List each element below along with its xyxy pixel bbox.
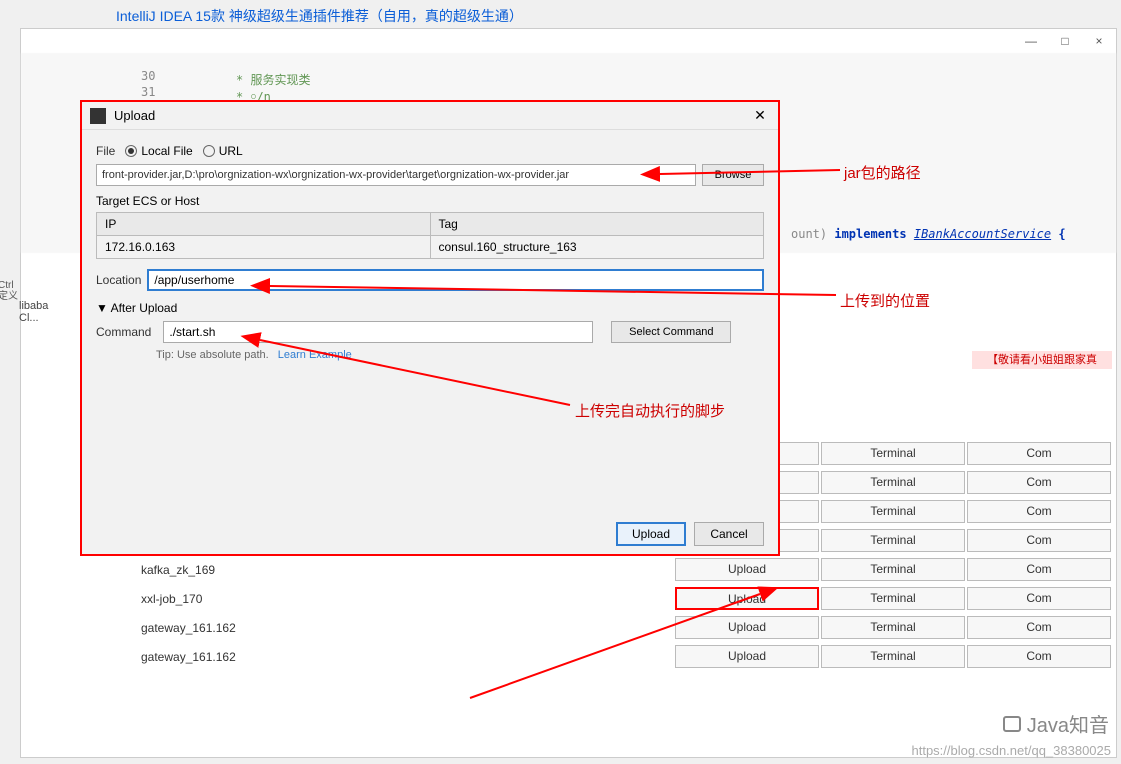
terminal-link[interactable]: Terminal [821, 442, 965, 465]
upload-link[interactable]: Upload [675, 616, 819, 639]
learn-example-link[interactable]: Learn Example [278, 349, 352, 361]
command-link[interactable]: Com [967, 645, 1111, 668]
after-upload-section[interactable]: ▼ After Upload [96, 301, 764, 315]
close-icon[interactable]: × [1082, 29, 1116, 53]
window-controls: — □ × [1014, 29, 1116, 53]
dialog-title: Upload [114, 108, 750, 123]
side-label-alibaba[interactable]: libaba Cl... [19, 300, 64, 324]
side-label-ctrl: Ctrl 定义 [0, 280, 18, 302]
radio-local-file[interactable]: Local File [125, 144, 192, 158]
cancel-button[interactable]: Cancel [694, 522, 764, 546]
ecs-table: IP Tag 172.16.0.163 consul.160_structure… [96, 212, 764, 259]
table-row: gateway_161.162UploadTerminalCom [121, 642, 1112, 671]
terminal-link[interactable]: Terminal [821, 500, 965, 523]
terminal-link[interactable]: Terminal [821, 587, 965, 610]
terminal-link[interactable]: Terminal [821, 558, 965, 581]
ip-header: IP [97, 213, 431, 235]
maximize-icon[interactable]: □ [1048, 29, 1082, 53]
browse-button[interactable]: Browse [702, 164, 764, 186]
file-path-input[interactable]: front-provider.jar,D:\pro\orgnization-wx… [96, 164, 696, 186]
code-snippet: ount) implements IBankAccountService { [791, 227, 1066, 241]
minimize-icon[interactable]: — [1014, 29, 1048, 53]
command-link[interactable]: Com [967, 442, 1111, 465]
ip-value: 172.16.0.163 [97, 236, 431, 258]
top-link[interactable]: IntelliJ IDEA 15款 神级超级生通插件推荐（自用，真的超级生通） [116, 6, 523, 26]
app-icon [90, 108, 106, 124]
annotation-jar-path: jar包的路径 [844, 162, 921, 183]
dialog-close-icon[interactable]: ✕ [750, 107, 770, 124]
command-input[interactable]: ./start.sh [163, 321, 593, 343]
command-label: Command [96, 325, 151, 339]
tip-text: Tip: Use absolute path. Learn Example [156, 349, 764, 361]
target-ecs-label: Target ECS or Host [96, 194, 764, 208]
radio-url[interactable]: URL [203, 144, 243, 158]
annotation-auto-exec: 上传完自动执行的脚步 [575, 400, 725, 421]
upload-button[interactable]: Upload [616, 522, 686, 546]
upload-link-highlighted[interactable]: Upload [675, 587, 819, 610]
table-row: xxl-job_170UploadTerminalCom [121, 584, 1112, 613]
command-link[interactable]: Com [967, 500, 1111, 523]
chat-icon [1003, 716, 1021, 732]
select-command-button[interactable]: Select Command [611, 321, 731, 343]
file-label: File [96, 144, 115, 158]
dialog-titlebar: Upload ✕ [82, 102, 778, 130]
tag-header: Tag [431, 213, 764, 235]
command-link[interactable]: Com [967, 471, 1111, 494]
ad-banner[interactable]: 【敬请看小姐姐跟家真 [972, 351, 1112, 369]
watermark: Java知音 [1003, 709, 1109, 738]
terminal-link[interactable]: Terminal [821, 616, 965, 639]
upload-link[interactable]: Upload [675, 558, 819, 581]
line-numbers: 30 31 [141, 69, 155, 101]
location-input[interactable]: /app/userhome [147, 269, 764, 291]
chevron-down-icon: ▼ [96, 301, 108, 315]
table-row: kafka_zk_169UploadTerminalCom [121, 555, 1112, 584]
watermark-url: https://blog.csdn.net/qq_38380025 [912, 743, 1112, 758]
annotation-upload-location: 上传到的位置 [840, 290, 930, 311]
command-link[interactable]: Com [967, 616, 1111, 639]
command-link[interactable]: Com [967, 529, 1111, 552]
command-link[interactable]: Com [967, 587, 1111, 610]
location-label: Location [96, 273, 141, 287]
terminal-link[interactable]: Terminal [821, 471, 965, 494]
table-row: gateway_161.162UploadTerminalCom [121, 613, 1112, 642]
terminal-link[interactable]: Terminal [821, 529, 965, 552]
upload-dialog: Upload ✕ File Local File URL front-provi… [80, 100, 780, 556]
upload-link[interactable]: Upload [675, 645, 819, 668]
command-link[interactable]: Com [967, 558, 1111, 581]
terminal-link[interactable]: Terminal [821, 645, 965, 668]
tag-value: consul.160_structure_163 [431, 236, 764, 258]
